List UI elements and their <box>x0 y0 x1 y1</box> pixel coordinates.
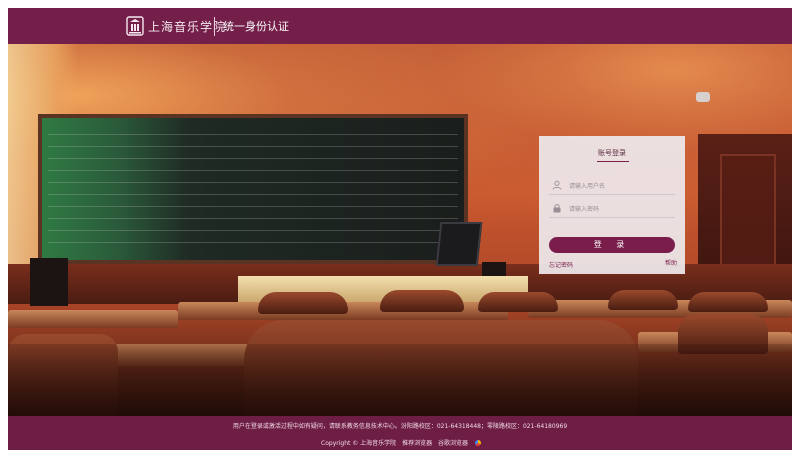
school-logo-icon <box>126 16 144 36</box>
username-input[interactable] <box>569 180 669 192</box>
music-staff-lines <box>48 134 458 244</box>
chair <box>478 292 558 312</box>
lock-icon <box>553 204 561 213</box>
page-frame: 上海音乐学院 统一身份认证 账号登录 请输入用户名 登 录 忘记密码 帮助 用户… <box>8 8 792 450</box>
chair <box>258 292 348 314</box>
security-camera <box>696 92 710 102</box>
chair <box>688 292 768 312</box>
password-field <box>549 200 675 218</box>
podium-monitor <box>435 222 483 266</box>
footer-copyright-bar: Copyright © 上海音乐学院 推荐浏览器 谷歌浏览器 <box>8 438 792 447</box>
desk-row <box>8 310 178 328</box>
chrome-browser-link[interactable]: 谷歌浏览器 <box>438 440 468 447</box>
system-name: 统一身份认证 <box>223 20 289 33</box>
chair <box>608 290 678 310</box>
login-button[interactable]: 登 录 <box>549 237 675 253</box>
password-input[interactable] <box>569 203 669 215</box>
username-field <box>549 177 675 195</box>
login-panel: 账号登录 登 录 忘记密码 帮助 <box>539 136 685 274</box>
chair <box>380 290 464 312</box>
active-tab-underline <box>597 161 629 162</box>
floor-shadow <box>8 344 792 416</box>
recommended-browser-link[interactable]: 推荐浏览器 <box>402 440 432 447</box>
login-tab-account[interactable]: 账号登录 <box>539 148 685 158</box>
footer-contact-notice: 用户在登录或激活过程中如有疑问，请联系教务信息技术中心。汾阳路校区：021-64… <box>232 423 568 430</box>
chrome-icon[interactable] <box>474 440 481 446</box>
user-icon <box>552 180 562 190</box>
help-link[interactable]: 帮助 <box>665 258 677 267</box>
header-divider <box>214 17 215 36</box>
speaker-left <box>30 258 68 306</box>
forgot-password-link[interactable]: 忘记密码 <box>549 260 573 269</box>
copyright-text: Copyright © 上海音乐学院 <box>321 440 397 447</box>
classroom-background: 账号登录 登 录 忘记密码 帮助 <box>8 44 792 416</box>
footer: 用户在登录或激活过程中如有疑问，请联系教务信息技术中心。汾阳路校区：021-64… <box>8 416 792 450</box>
top-header: 上海音乐学院 统一身份认证 <box>8 8 792 44</box>
